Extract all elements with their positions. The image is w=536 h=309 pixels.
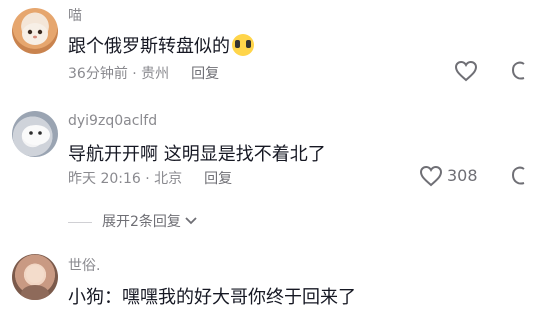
comment-username[interactable]: dyi9zq0aclfd <box>68 113 157 129</box>
avatar[interactable] <box>12 254 58 300</box>
comment-meta: 36分钟前 · 贵州 回复 <box>68 63 219 83</box>
comment-username[interactable]: 喵 <box>68 5 82 25</box>
like-count: 308 <box>447 166 478 185</box>
comment-time-location: 36分钟前 · 贵州 <box>68 66 170 82</box>
comment-item: dyi9zq0aclfd 导航开开啊 这明显是找不着北了 昨天 20:16 · … <box>0 95 536 200</box>
expand-replies-button[interactable]: 展开2条回复 <box>68 211 197 231</box>
reply-button[interactable]: 回复 <box>191 66 219 82</box>
like-heart-icon[interactable] <box>419 165 443 187</box>
dislike-icon[interactable] <box>510 165 528 187</box>
reply-button[interactable]: 回复 <box>204 171 232 187</box>
comment-time-location: 昨天 20:16 · 北京 <box>68 171 183 187</box>
comment-username[interactable]: 世俗. <box>68 255 100 275</box>
comment-text-body: 跟个俄罗斯转盘似的 <box>68 36 230 57</box>
chevron-down-icon <box>185 217 197 225</box>
person-avatar-icon <box>21 265 49 300</box>
comment-meta: 昨天 20:16 · 北京 回复 <box>68 168 232 188</box>
avatar[interactable] <box>12 8 58 54</box>
like-heart-icon[interactable] <box>454 60 478 82</box>
dislike-icon[interactable] <box>510 60 528 82</box>
comment-text: 小狗：嘿嘿我的好大哥你终于回来了 <box>68 287 356 308</box>
animal-avatar-icon <box>22 125 50 145</box>
expand-replies-label: 展开2条回复 <box>102 214 181 230</box>
divider <box>68 221 92 223</box>
comment-item: 世俗. 小狗：嘿嘿我的好大哥你终于回来了 <box>0 248 536 308</box>
dizzy-face-emoji <box>232 34 254 56</box>
comment-text: 跟个俄罗斯转盘似的 <box>68 32 254 58</box>
comment-item: 喵 跟个俄罗斯转盘似的 36分钟前 · 贵州 回复 <box>0 0 536 95</box>
comment-text: 导航开开啊 这明显是找不着北了 <box>68 144 326 165</box>
avatar[interactable] <box>12 111 58 157</box>
cat-avatar-icon <box>22 23 48 45</box>
